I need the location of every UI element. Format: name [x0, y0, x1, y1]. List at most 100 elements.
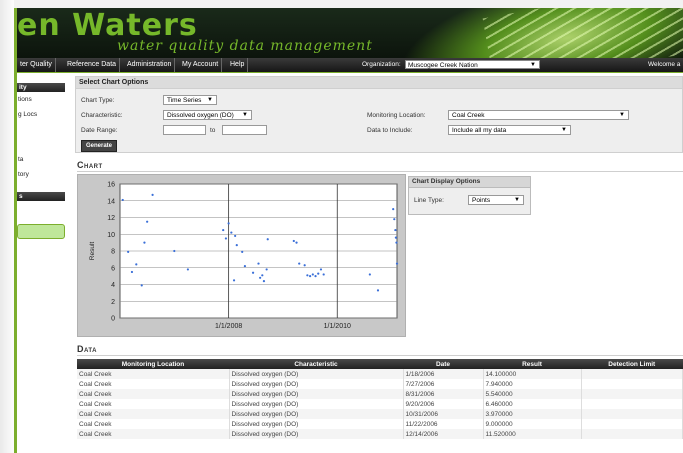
- data-point: [121, 198, 124, 202]
- line-type-value: Points: [472, 197, 491, 204]
- left-shadow: [0, 0, 14, 453]
- y-tick-label: 16: [107, 182, 115, 189]
- data-include-value: Include all my data: [452, 127, 507, 134]
- chart-type-value: Time Series: [167, 97, 202, 104]
- sidebar-item-history[interactable]: tory: [17, 167, 65, 182]
- cell-detection-limit: [581, 399, 683, 409]
- data-point: [319, 268, 323, 271]
- data-point: [234, 234, 237, 238]
- chart-svg: 0 2 4 6 8 10 12 14 16 1/1/2008 1/1/2010 Result: [89, 182, 399, 330]
- data-point: [251, 271, 255, 274]
- cell-location: Coal Creek: [77, 429, 230, 439]
- y-tick-label: 6: [111, 265, 115, 272]
- table-row[interactable]: Coal Creek Dissolved oxygen (DO) 9/20/20…: [77, 399, 683, 409]
- date-range-start-input[interactable]: [163, 125, 206, 135]
- data-point: [295, 241, 298, 244]
- x-tick-label: 1/1/2010: [324, 323, 351, 330]
- sidebar-item-data[interactable]: ta: [17, 152, 65, 167]
- table-row[interactable]: Coal Creek Dissolved oxygen (DO) 12/14/2…: [77, 429, 683, 439]
- column-header-characteristic[interactable]: Characteristic: [229, 359, 403, 369]
- sidebar-item-stations[interactable]: tions: [17, 92, 65, 107]
- data-point: [259, 276, 262, 279]
- date-range-to-label: to: [210, 127, 216, 134]
- chart-type-select[interactable]: Time Series ▼: [163, 95, 217, 105]
- chart-section-rule: [77, 171, 683, 172]
- chevron-down-icon: ▼: [619, 112, 625, 118]
- line-type-select[interactable]: Points ▼: [468, 195, 524, 205]
- data-point: [308, 275, 312, 278]
- chevron-down-icon: ▼: [530, 62, 536, 68]
- nav-item-water-quality[interactable]: ter Quality: [17, 58, 56, 72]
- nav-item-help[interactable]: Help: [227, 58, 249, 72]
- table-row[interactable]: Coal Creek Dissolved oxygen (DO) 8/31/20…: [77, 389, 683, 399]
- data-point: [322, 273, 325, 276]
- table-header-row: Monitoring Location Characteristic Date …: [77, 359, 683, 369]
- cell-date: 8/31/2006: [403, 389, 484, 399]
- header-graphic-lines: [482, 8, 683, 58]
- sidebar-item-blank-1: [17, 122, 65, 137]
- data-point: [257, 262, 260, 265]
- data-include-select[interactable]: Include all my data ▼: [448, 125, 571, 135]
- chart-options-panel: Select Chart Options Chart Type: Time Se…: [75, 76, 683, 153]
- data-section-rule: [77, 355, 683, 356]
- cell-location: Coal Creek: [77, 399, 230, 409]
- nav-item-administration[interactable]: Administration: [124, 58, 176, 72]
- monitoring-location-select[interactable]: Coal Creek ▼: [448, 110, 629, 120]
- data-point: [392, 208, 395, 211]
- y-axis-label: Result: [89, 242, 96, 261]
- app-frame: en Waters water quality data management …: [0, 0, 683, 453]
- y-tick-label: 12: [107, 215, 115, 222]
- data-point: [261, 274, 264, 277]
- sidebar-header-2: s: [17, 192, 65, 201]
- cell-location: Coal Creek: [77, 419, 230, 429]
- table-row[interactable]: Coal Creek Dissolved oxygen (DO) 11/22/2…: [77, 419, 683, 429]
- generate-button[interactable]: Generate: [81, 140, 118, 152]
- data-point: [230, 231, 233, 234]
- data-point: [232, 279, 236, 282]
- cell-characteristic: Dissolved oxygen (DO): [229, 419, 404, 429]
- data-point: [311, 273, 314, 276]
- cell-detection-limit: [581, 389, 683, 399]
- data-point: [130, 270, 134, 274]
- y-tick-label: 14: [107, 198, 115, 205]
- data-point: [186, 268, 189, 271]
- data-point: [368, 273, 371, 276]
- table-row[interactable]: Coal Creek Dissolved oxygen (DO) 7/27/20…: [77, 379, 683, 389]
- organization-value: Muscogee Creek Nation: [408, 62, 478, 69]
- sidebar-item-monitoring-locs[interactable]: g Locs: [17, 107, 65, 122]
- monitoring-location-value: Coal Creek: [452, 112, 485, 119]
- chart-type-label: Chart Type:: [81, 97, 115, 104]
- table-row[interactable]: Coal Creek Dissolved oxygen (DO) 1/18/20…: [77, 369, 683, 379]
- sidebar-highlight-box[interactable]: [17, 224, 65, 239]
- cell-detection-limit: [581, 419, 683, 429]
- sidebar-header-1: ity: [17, 83, 65, 92]
- characteristic-label: Characteristic:: [81, 112, 123, 119]
- cell-result: 9.000000: [483, 419, 582, 429]
- column-header-result[interactable]: Result: [483, 359, 581, 369]
- nav-item-my-account[interactable]: My Account: [179, 58, 223, 72]
- chevron-down-icon: ▼: [561, 127, 567, 133]
- cell-result: 14.100000: [483, 369, 582, 379]
- cell-date: 11/22/2006: [403, 419, 484, 429]
- data-point: [376, 289, 380, 292]
- cell-characteristic: Dissolved oxygen (DO): [229, 379, 404, 389]
- cell-location: Coal Creek: [77, 369, 230, 379]
- data-point: [317, 272, 320, 275]
- data-point: [306, 274, 309, 277]
- column-header-monitoring-location[interactable]: Monitoring Location: [77, 359, 229, 369]
- data-point: [266, 238, 269, 241]
- table-row[interactable]: Coal Creek Dissolved oxygen (DO) 10/31/2…: [77, 409, 683, 419]
- nav-item-reference-data[interactable]: Reference Data: [64, 58, 121, 72]
- cell-date: 10/31/2006: [403, 409, 484, 419]
- y-tick-label: 0: [111, 316, 115, 323]
- organization-label: Organization:: [362, 61, 401, 68]
- column-header-detection-limit[interactable]: Detection Limit: [581, 359, 683, 369]
- date-range-end-input[interactable]: [222, 125, 267, 135]
- data-point: [395, 241, 398, 244]
- characteristic-select[interactable]: Dissolved oxygen (DO) ▼: [163, 110, 252, 120]
- data-point: [235, 244, 238, 247]
- data-point: [314, 275, 317, 278]
- organization-select[interactable]: Muscogee Creek Nation ▼: [405, 60, 540, 69]
- top-strip: [14, 0, 683, 8]
- column-header-date[interactable]: Date: [403, 359, 483, 369]
